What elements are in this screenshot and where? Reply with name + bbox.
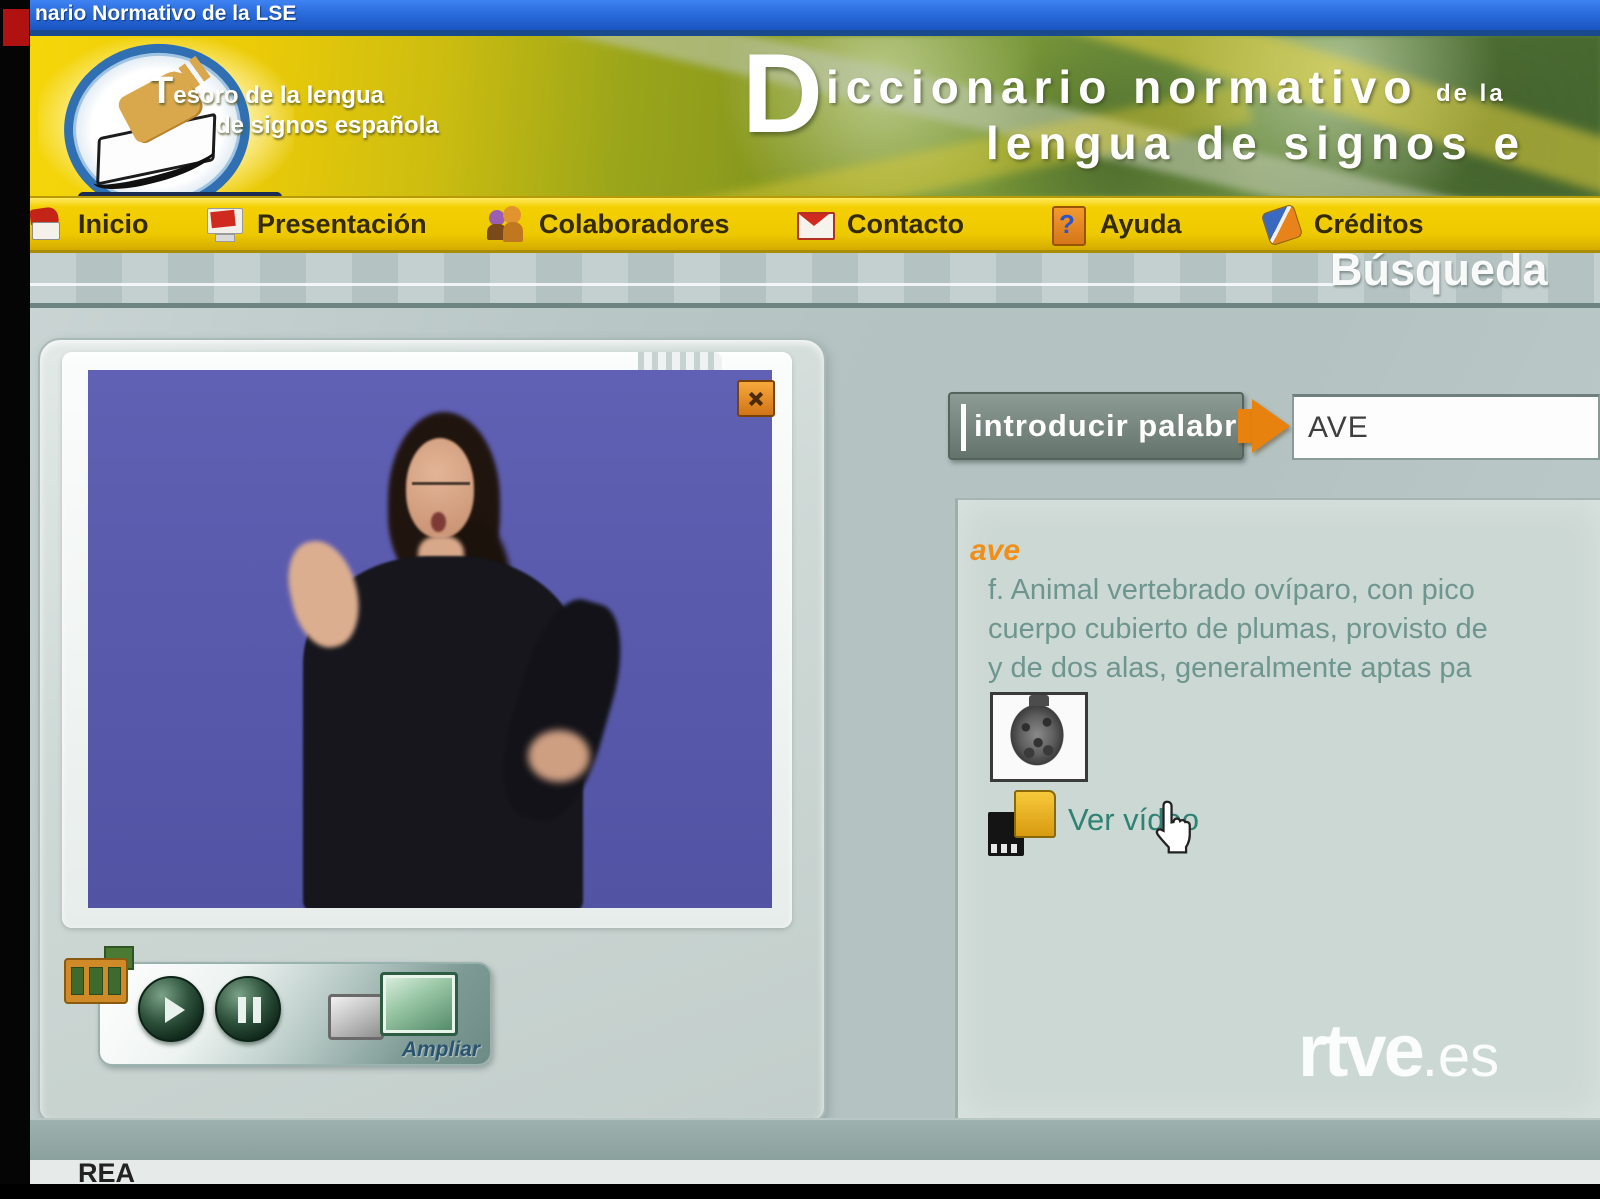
search-result-panel: ave f. Animal vertebrado ovíparo, con pi… [955, 498, 1600, 1120]
player-controls-bar: Ampliar [98, 962, 492, 1066]
video-file-icon[interactable] [988, 790, 1054, 858]
nav-item-creditos[interactable]: Créditos [1262, 198, 1424, 250]
site-title-dela: de la [1436, 80, 1506, 108]
presentation-icon [205, 204, 243, 244]
definition-line-3: y de dos alas, generalmente aptas pa [988, 652, 1472, 685]
nav-label-creditos: Créditos [1314, 209, 1424, 240]
window-title: nario Normativo de la LSE [35, 2, 296, 26]
rae-crest-crown [1029, 695, 1049, 706]
rtve-brand: rtve [1298, 1009, 1422, 1092]
site-title-line1: iccionario normativo [826, 60, 1418, 114]
nav-label-ayuda: Ayuda [1100, 209, 1182, 240]
caret-bar-icon [961, 404, 966, 451]
nav-item-ayuda[interactable]: ? Ayuda [1048, 198, 1182, 250]
main-navbar: Inicio Presentación Colaboradores Contac… [30, 196, 1600, 253]
video-close-button[interactable] [737, 380, 775, 417]
signer-lower-hand [528, 730, 590, 782]
nav-label-inicio: Inicio [78, 209, 149, 240]
rae-crest-image [990, 692, 1088, 782]
rtve-logo: rtve.es [1298, 1008, 1499, 1093]
play-button[interactable] [138, 976, 204, 1042]
window-titlebar[interactable]: nario Normativo de la LSE [30, 0, 1600, 30]
help-icon: ? [1048, 204, 1086, 244]
definition-line-1: f. Animal vertebrado ovíparo, con pico [988, 574, 1475, 607]
film-slots [991, 844, 1021, 853]
screen-black-bottom-bar [0, 1184, 1600, 1199]
pause-button[interactable] [215, 976, 281, 1042]
signer-glasses [412, 482, 470, 485]
rae-crest-emblem [1009, 703, 1065, 767]
tagline-line2: de signos española [216, 111, 439, 141]
nav-item-contacto[interactable]: Contacto [795, 198, 964, 250]
hand-cursor-icon [1146, 796, 1202, 860]
play-icon [165, 997, 185, 1023]
enlarge-label: Ampliar [402, 1038, 480, 1062]
nav-label-colaboradores: Colaboradores [539, 209, 730, 240]
logo-tagline: Tesoro de la lengua de signos española [150, 76, 439, 141]
nav-item-inicio[interactable]: Inicio [26, 198, 149, 250]
application-window: nario Normativo de la LSE Tesoro de la l… [0, 0, 1600, 1199]
signer-mouth [431, 512, 446, 532]
site-title-dropcap: D [742, 42, 823, 146]
nav-item-presentacion[interactable]: Presentación [205, 198, 427, 250]
pause-icon [238, 997, 246, 1023]
film-strip-icon [64, 946, 136, 1010]
screen-black-strip [0, 0, 30, 1199]
sign-language-video[interactable] [88, 370, 772, 908]
home-icon [26, 204, 64, 244]
folder-icon [1014, 790, 1056, 838]
monitor-small-icon [328, 994, 384, 1040]
tagline-initial: T [150, 70, 173, 112]
nav-label-presentacion: Presentación [257, 209, 427, 240]
site-title-line2: lengua de signos e [986, 116, 1526, 170]
collaborators-icon [487, 204, 525, 244]
section-divider-line [30, 283, 1342, 286]
credits-icon [1262, 204, 1300, 244]
introduce-word-button[interactable]: introducir palabra [948, 392, 1244, 460]
tagline-line1: esoro de la lengua [173, 82, 384, 109]
pause-icon-bar [253, 997, 261, 1023]
enlarge-button[interactable] [328, 972, 458, 1046]
definition-line-2: cuerpo cubierto de plumas, provisto de [988, 613, 1488, 646]
header-banner: Tesoro de la lengua de signos española D… [30, 36, 1600, 196]
footer-teal-band [30, 1118, 1600, 1162]
record-indicator [3, 9, 29, 46]
monitor-large-icon [380, 972, 458, 1036]
result-headword: ave [970, 534, 1020, 568]
rtve-tld: .es [1422, 1024, 1499, 1089]
footer-light-band [30, 1160, 1600, 1186]
nav-item-colaboradores[interactable]: Colaboradores [487, 198, 730, 250]
introduce-word-label: introducir palabra [974, 408, 1256, 444]
contact-envelope-icon [795, 204, 833, 244]
nav-label-contacto: Contacto [847, 209, 964, 240]
arrow-right-icon [1252, 399, 1290, 453]
search-input[interactable] [1292, 394, 1600, 460]
